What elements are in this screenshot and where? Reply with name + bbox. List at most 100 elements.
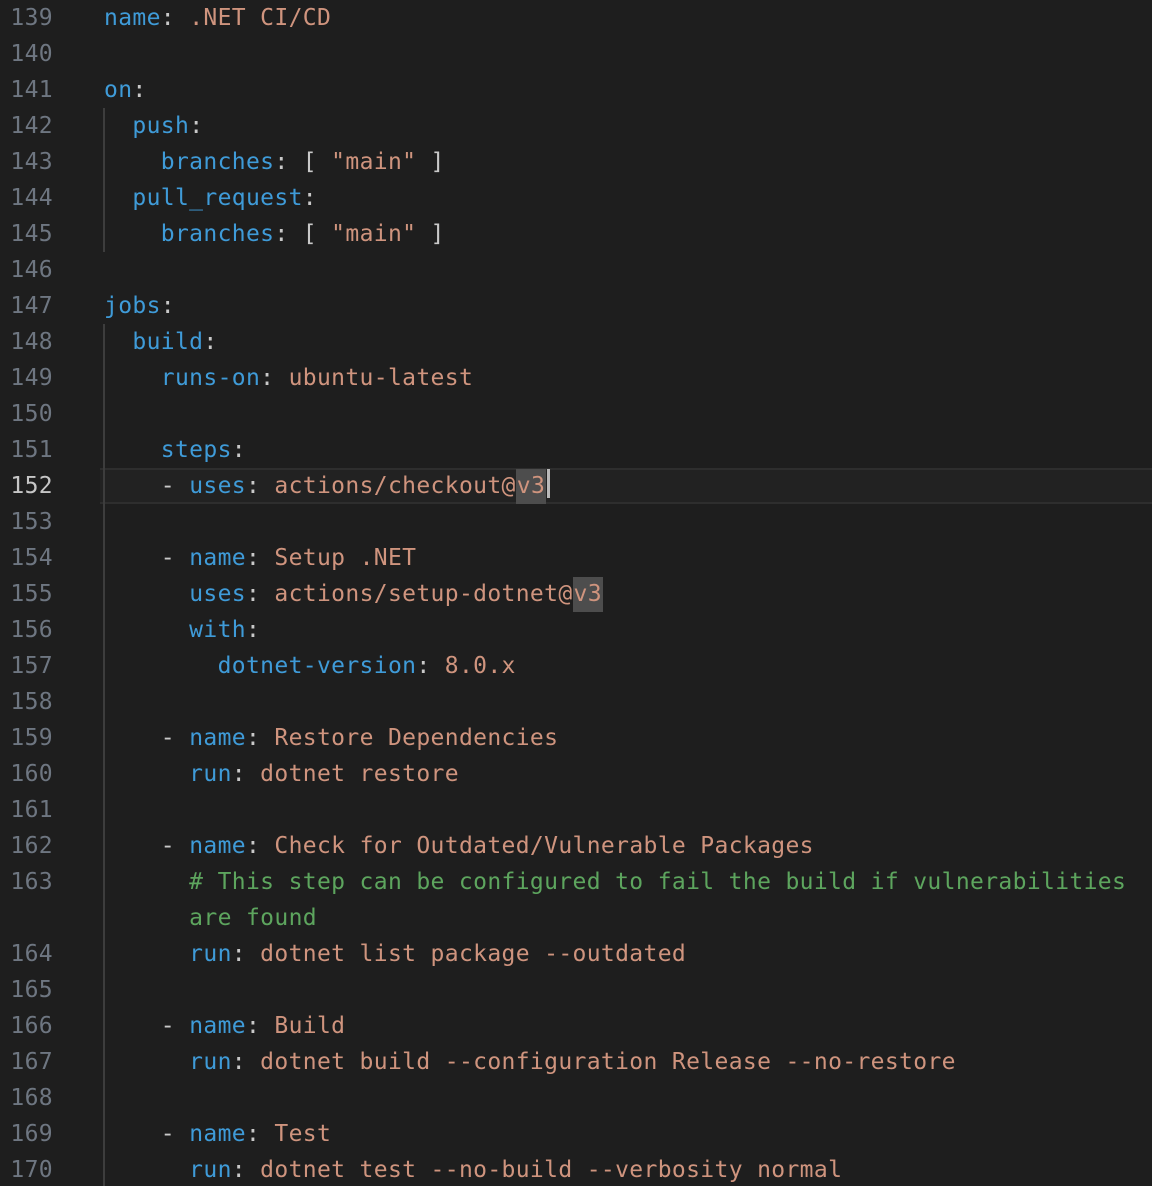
line-number[interactable]: 140 bbox=[0, 36, 53, 72]
code-line[interactable]: 164 run: dotnet list package --outdated bbox=[0, 936, 1152, 972]
occurrence-highlight: v3 bbox=[516, 469, 546, 504]
code-line[interactable]: 159 - name: Restore Dependencies bbox=[0, 720, 1152, 756]
code-token: Build bbox=[260, 1013, 345, 1039]
code-line[interactable]: 168 bbox=[0, 1080, 1152, 1116]
code-token: : bbox=[246, 833, 260, 859]
line-number[interactable]: 167 bbox=[0, 1044, 53, 1080]
code-token: : bbox=[232, 1157, 246, 1183]
code-line[interactable]: 143 branches: [ "main" ] bbox=[0, 144, 1152, 180]
line-number[interactable]: 144 bbox=[0, 180, 53, 216]
code-line[interactable]: are found bbox=[0, 900, 1152, 936]
line-number[interactable]: 141 bbox=[0, 72, 53, 108]
code-text: on: bbox=[104, 72, 147, 108]
code-line[interactable]: 158 bbox=[0, 684, 1152, 720]
code-token: : bbox=[246, 1121, 260, 1147]
code-line[interactable]: 163 # This step can be configured to fai… bbox=[0, 864, 1152, 900]
line-number[interactable]: 163 bbox=[0, 864, 53, 900]
line-number[interactable]: 168 bbox=[0, 1080, 53, 1116]
code-line-current[interactable]: 152 - uses: actions/checkout@v3 bbox=[0, 468, 1152, 504]
line-number[interactable]: 164 bbox=[0, 936, 53, 972]
line-number[interactable]: 154 bbox=[0, 540, 53, 576]
code-token: : bbox=[232, 1049, 246, 1075]
code-token: - bbox=[104, 1013, 189, 1039]
code-token: name bbox=[189, 833, 246, 859]
code-token: dotnet list package --outdated bbox=[246, 941, 686, 967]
code-text: - name: Check for Outdated/Vulnerable Pa… bbox=[104, 828, 814, 864]
code-token: : bbox=[246, 581, 260, 607]
line-number[interactable]: 149 bbox=[0, 360, 53, 396]
code-line[interactable]: 150 bbox=[0, 396, 1152, 432]
code-line[interactable]: 142 push: bbox=[0, 108, 1152, 144]
line-number[interactable]: 169 bbox=[0, 1116, 53, 1152]
code-text: - uses: actions/checkout@v3 bbox=[104, 468, 550, 504]
line-number[interactable]: 170 bbox=[0, 1152, 53, 1186]
code-line[interactable]: 162 - name: Check for Outdated/Vulnerabl… bbox=[0, 828, 1152, 864]
code-line[interactable]: 147 jobs: bbox=[0, 288, 1152, 324]
line-number[interactable]: 139 bbox=[0, 0, 53, 36]
line-number[interactable] bbox=[0, 900, 53, 936]
code-line[interactable]: 148 build: bbox=[0, 324, 1152, 360]
code-line[interactable]: 146 bbox=[0, 252, 1152, 288]
line-number[interactable]: 166 bbox=[0, 1008, 53, 1044]
line-number[interactable]: 156 bbox=[0, 612, 53, 648]
code-line[interactable]: 166 - name: Build bbox=[0, 1008, 1152, 1044]
code-line[interactable]: 160 run: dotnet restore bbox=[0, 756, 1152, 792]
code-line[interactable]: 165 bbox=[0, 972, 1152, 1008]
code-token: : bbox=[203, 329, 217, 355]
code-text: build: bbox=[104, 324, 218, 360]
line-number[interactable]: 155 bbox=[0, 576, 53, 612]
code-text: push: bbox=[104, 108, 203, 144]
code-token: dotnet build --configuration Release --n… bbox=[246, 1049, 956, 1075]
line-number[interactable]: 150 bbox=[0, 396, 53, 432]
code-token: branches bbox=[104, 221, 274, 247]
code-line[interactable]: 167 run: dotnet build --configuration Re… bbox=[0, 1044, 1152, 1080]
code-text: - name: Build bbox=[104, 1008, 345, 1044]
line-number[interactable]: 165 bbox=[0, 972, 53, 1008]
line-number[interactable]: 151 bbox=[0, 432, 53, 468]
line-number[interactable]: 142 bbox=[0, 108, 53, 144]
code-token: branches bbox=[104, 149, 274, 175]
code-token: run bbox=[104, 1157, 232, 1183]
code-text: jobs: bbox=[104, 288, 175, 324]
code-line[interactable]: 154 - name: Setup .NET bbox=[0, 540, 1152, 576]
line-number[interactable]: 158 bbox=[0, 684, 53, 720]
code-token: ubuntu-latest bbox=[274, 365, 473, 391]
line-number[interactable]: 162 bbox=[0, 828, 53, 864]
code-token: runs-on bbox=[104, 365, 260, 391]
code-line[interactable]: 170 run: dotnet test --no-build --verbos… bbox=[0, 1152, 1152, 1186]
line-number[interactable]: 152 bbox=[0, 468, 53, 504]
line-number[interactable]: 157 bbox=[0, 648, 53, 684]
line-number[interactable]: 143 bbox=[0, 144, 53, 180]
line-number[interactable]: 153 bbox=[0, 504, 53, 540]
code-token: dotnet test --no-build --verbosity norma… bbox=[246, 1157, 842, 1183]
code-text: name: .NET CI/CD bbox=[104, 0, 331, 36]
code-token: Check for Outdated/Vulnerable Packages bbox=[260, 833, 814, 859]
code-line[interactable]: 151 steps: bbox=[0, 432, 1152, 468]
line-number[interactable]: 148 bbox=[0, 324, 53, 360]
line-number[interactable]: 145 bbox=[0, 216, 53, 252]
code-line[interactable]: 161 bbox=[0, 792, 1152, 828]
line-number[interactable]: 161 bbox=[0, 792, 53, 828]
code-line[interactable]: 144 pull_request: bbox=[0, 180, 1152, 216]
code-line[interactable]: 155 uses: actions/setup-dotnet@v3 bbox=[0, 576, 1152, 612]
code-line[interactable]: 149 runs-on: ubuntu-latest bbox=[0, 360, 1152, 396]
code-token: 8.0.x bbox=[431, 653, 516, 679]
code-line[interactable]: 169 - name: Test bbox=[0, 1116, 1152, 1152]
code-line[interactable]: 141 on: bbox=[0, 72, 1152, 108]
code-token: : bbox=[303, 185, 317, 211]
code-editor[interactable]: 139name: .NET CI/CD140141on:142 push:143… bbox=[0, 0, 1152, 1186]
line-number[interactable]: 147 bbox=[0, 288, 53, 324]
code-text: pull_request: bbox=[104, 180, 317, 216]
code-token: build bbox=[104, 329, 203, 355]
code-line[interactable]: 139 name: .NET CI/CD bbox=[0, 0, 1152, 36]
code-line[interactable]: 145 branches: [ "main" ] bbox=[0, 216, 1152, 252]
line-number[interactable]: 160 bbox=[0, 756, 53, 792]
code-token: uses bbox=[189, 581, 246, 607]
code-line[interactable]: 140 bbox=[0, 36, 1152, 72]
code-line[interactable]: 157 dotnet-version: 8.0.x bbox=[0, 648, 1152, 684]
code-line[interactable]: 156 with: bbox=[0, 612, 1152, 648]
code-line[interactable]: 153 bbox=[0, 504, 1152, 540]
code-text: are found bbox=[104, 900, 317, 936]
line-number[interactable]: 146 bbox=[0, 252, 53, 288]
line-number[interactable]: 159 bbox=[0, 720, 53, 756]
